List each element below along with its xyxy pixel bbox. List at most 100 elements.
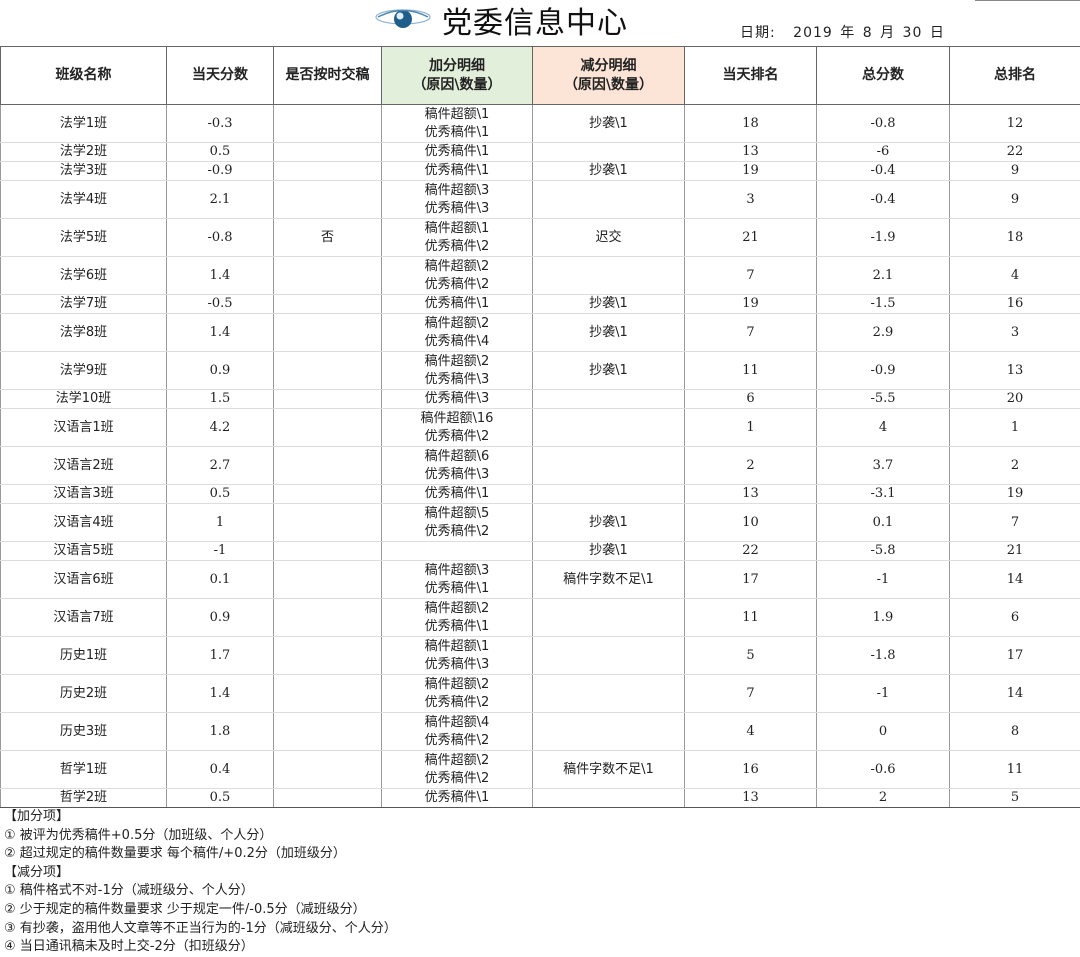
on-time-cell: [274, 295, 382, 314]
table-row: 法学9班0.9稿件超额\2优秀稿件\3抄袭\111-0.913: [1, 352, 1080, 390]
date-month-unit: 月: [880, 25, 895, 41]
bonus-item: 优秀稿件\2: [382, 428, 532, 446]
class-name-cell: 法学4班: [1, 181, 167, 219]
day-score-cell: 1.4: [167, 675, 274, 713]
day-score-cell: 1.8: [167, 713, 274, 751]
bonus-item: 优秀稿件\4: [382, 333, 532, 351]
on-time-cell: 否: [274, 219, 382, 257]
on-time-cell: [274, 542, 382, 561]
penalty-cell: [533, 447, 685, 485]
on-time-cell: [274, 504, 382, 542]
bonus-item: 优秀稿件\3: [382, 390, 532, 408]
day-score-cell: -0.3: [167, 105, 274, 143]
total-rank-cell: 20: [950, 390, 1080, 409]
bonus-cell: 优秀稿件\1: [382, 143, 533, 162]
day-score-cell: 4.2: [167, 409, 274, 447]
total-score-cell: -5.8: [817, 542, 950, 561]
col-total-rank: 总排名: [950, 47, 1080, 105]
table-row: 法学6班1.4稿件超额\2优秀稿件\272.14: [1, 257, 1080, 295]
bonus-item: 稿件超额\5: [382, 505, 532, 523]
penalty-cell: 抄袭\1: [533, 314, 685, 352]
on-time-cell: [274, 390, 382, 409]
class-name-cell: 法学10班: [1, 390, 167, 409]
total-score-cell: 2.1: [817, 257, 950, 295]
day-score-cell: 1.7: [167, 637, 274, 675]
bonus-item: 稿件超额\1: [382, 220, 532, 238]
penalty-cell: [533, 257, 685, 295]
col-bonus: 加分明细 （原因\数量）: [382, 47, 533, 105]
bonus-item: 优秀稿件\1: [382, 143, 532, 161]
header-rule: [975, 0, 1080, 1]
page-header: 党委信息中心 日期: 2019 年 8 月 30 日: [0, 0, 1080, 46]
bonus-cell: 稿件超额\16优秀稿件\2: [382, 409, 533, 447]
total-score-cell: -1.5: [817, 295, 950, 314]
total-rank-cell: 21: [950, 542, 1080, 561]
day-score-cell: 0.5: [167, 485, 274, 504]
bonus-cell: 优秀稿件\1: [382, 789, 533, 808]
day-rank-cell: 21: [685, 219, 817, 257]
date-day: 30: [903, 25, 923, 41]
total-rank-cell: 14: [950, 675, 1080, 713]
score-table: 班级名称 当天分数 是否按时交稿 加分明细 （原因\数量） 减分明细 （原因\数…: [0, 46, 1080, 808]
rule-line: ① 稿件格式不对-1分（减班级分、个人分）: [4, 882, 397, 901]
bonus-item: 稿件超额\2: [382, 600, 532, 618]
bonus-cell: 稿件超额\5优秀稿件\2: [382, 504, 533, 542]
day-score-cell: -0.9: [167, 162, 274, 181]
on-time-cell: [274, 485, 382, 504]
penalty-cell: [533, 713, 685, 751]
total-rank-cell: 7: [950, 504, 1080, 542]
scoring-rules: 【加分项】① 被评为优秀稿件+0.5分（加班级、个人分）② 超过规定的稿件数量要…: [4, 808, 397, 957]
total-score-cell: 0: [817, 713, 950, 751]
total-score-cell: -1.8: [817, 637, 950, 675]
on-time-cell: [274, 314, 382, 352]
bonus-item: 优秀稿件\2: [382, 732, 532, 750]
table-row: 哲学2班0.5优秀稿件\11325: [1, 789, 1080, 808]
bonus-item: 优秀稿件\3: [382, 371, 532, 389]
col-penalty-line2: （原因\数量）: [533, 76, 684, 95]
bonus-cell: [382, 542, 533, 561]
total-score-cell: 2.9: [817, 314, 950, 352]
day-score-cell: 1.4: [167, 314, 274, 352]
bonus-item: 优秀稿件\1: [382, 789, 532, 807]
table-row: 汉语言5班-1抄袭\122-5.821: [1, 542, 1080, 561]
total-score-cell: -0.9: [817, 352, 950, 390]
table-row: 汉语言2班2.7稿件超额\6优秀稿件\323.72: [1, 447, 1080, 485]
class-name-cell: 法学8班: [1, 314, 167, 352]
day-score-cell: 0.9: [167, 599, 274, 637]
date-year: 2019: [793, 25, 833, 41]
rule-line: 【减分项】: [4, 864, 397, 883]
on-time-cell: [274, 162, 382, 181]
bonus-cell: 优秀稿件\1: [382, 162, 533, 181]
total-score-cell: -6: [817, 143, 950, 162]
total-score-cell: 1.9: [817, 599, 950, 637]
penalty-cell: 稿件字数不足\1: [533, 751, 685, 789]
class-name-cell: 汉语言2班: [1, 447, 167, 485]
penalty-cell: 抄袭\1: [533, 504, 685, 542]
bonus-item: 优秀稿件\2: [382, 770, 532, 788]
total-rank-cell: 14: [950, 561, 1080, 599]
table-row: 法学10班1.5优秀稿件\36-5.520: [1, 390, 1080, 409]
total-score-cell: -3.1: [817, 485, 950, 504]
bonus-cell: 稿件超额\3优秀稿件\1: [382, 561, 533, 599]
total-score-cell: 0.1: [817, 504, 950, 542]
class-name-cell: 法学2班: [1, 143, 167, 162]
on-time-cell: [274, 105, 382, 143]
total-rank-cell: 17: [950, 637, 1080, 675]
bonus-cell: 稿件超额\2优秀稿件\4: [382, 314, 533, 352]
class-name-cell: 汉语言3班: [1, 485, 167, 504]
bonus-cell: 优秀稿件\1: [382, 295, 533, 314]
day-rank-cell: 4: [685, 713, 817, 751]
total-score-cell: 3.7: [817, 447, 950, 485]
on-time-cell: [274, 447, 382, 485]
rule-line: ① 被评为优秀稿件+0.5分（加班级、个人分）: [4, 827, 397, 846]
bonus-item: 优秀稿件\2: [382, 523, 532, 541]
bonus-cell: 稿件超额\2优秀稿件\3: [382, 352, 533, 390]
col-day-rank: 当天排名: [685, 47, 817, 105]
total-rank-cell: 6: [950, 599, 1080, 637]
total-rank-cell: 12: [950, 105, 1080, 143]
day-rank-cell: 2: [685, 447, 817, 485]
total-rank-cell: 9: [950, 181, 1080, 219]
total-rank-cell: 18: [950, 219, 1080, 257]
day-rank-cell: 7: [685, 675, 817, 713]
class-name-cell: 汉语言7班: [1, 599, 167, 637]
